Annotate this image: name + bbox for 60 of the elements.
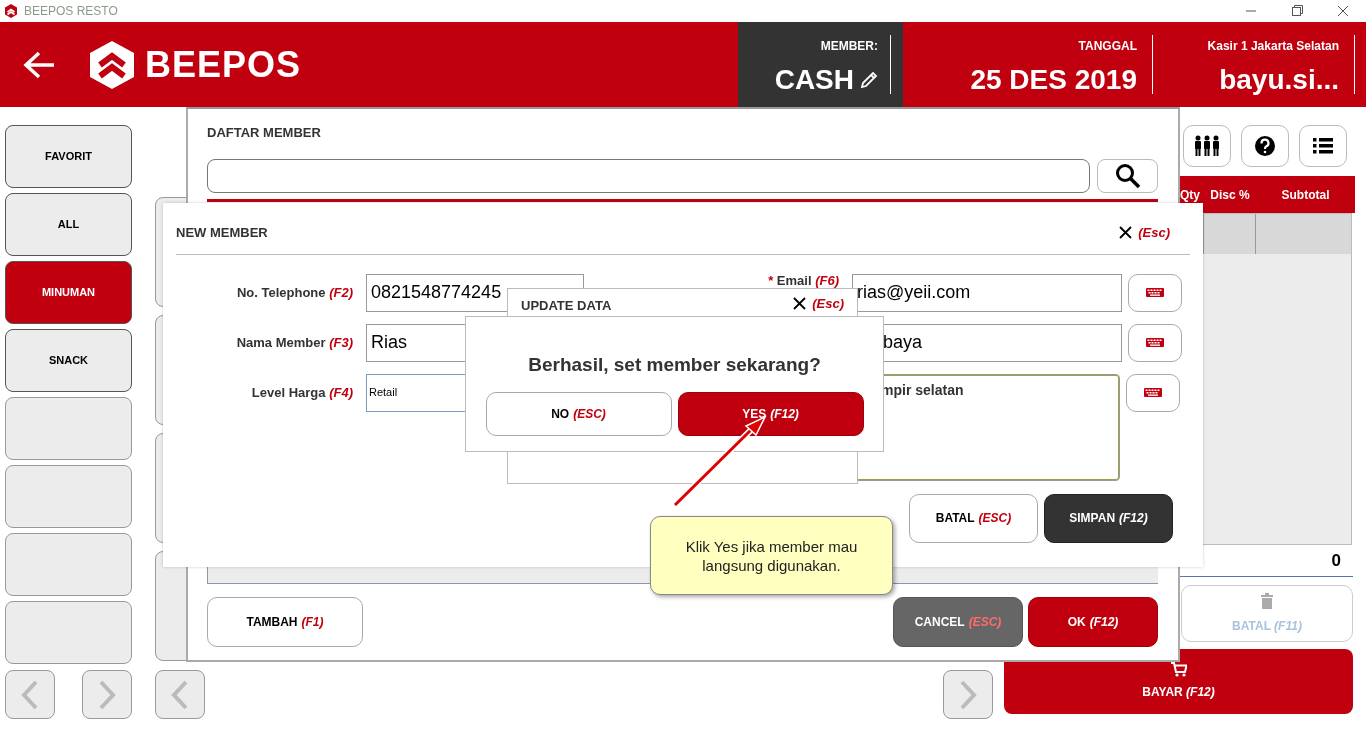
close-icon[interactable] <box>793 297 807 311</box>
dialog-title: NEW MEMBER <box>176 224 268 242</box>
window-title: BEEPOS RESTO <box>24 3 118 20</box>
close-icon[interactable] <box>1119 226 1133 240</box>
chevron-right-icon <box>98 679 116 710</box>
help-icon <box>1254 135 1276 157</box>
pencil-icon[interactable] <box>860 71 878 89</box>
search-field[interactable] <box>207 158 1090 193</box>
menu-button[interactable] <box>1299 125 1347 167</box>
list-icon <box>1313 137 1333 155</box>
shortcut-label: (Esc) <box>1138 224 1170 242</box>
keyboard-button[interactable] <box>1126 373 1180 412</box>
search-button[interactable] <box>1097 158 1158 193</box>
field-label: * Email (F6) <box>768 273 840 287</box>
keyboard-button[interactable] <box>1128 273 1182 312</box>
back-arrow-icon[interactable] <box>23 49 56 80</box>
chevron-left-icon <box>21 679 39 710</box>
member-value: CASH <box>774 66 854 94</box>
action-button[interactable]: NO (ESC) <box>485 391 672 436</box>
field-label: Nama Member (F3) <box>235 333 354 352</box>
column-header: Qty <box>1179 186 1201 204</box>
action-button[interactable]: YES (F12) <box>677 391 864 436</box>
column-header: Disc % <box>1209 186 1251 204</box>
logo-text: BEEPOS <box>145 42 302 87</box>
people-button[interactable] <box>1183 125 1231 167</box>
field-label: Level Harga (F4) <box>250 383 354 402</box>
action-button[interactable]: OK (F12) <box>1028 597 1158 647</box>
callout-note: Klik Yes jika member mau langsung digunakan. <box>650 516 893 595</box>
action-button[interactable]: SIMPAN (F12) <box>1044 493 1173 543</box>
date-label: TANGGAL <box>1078 38 1137 55</box>
category-button[interactable]: MINUMAN <box>5 261 132 324</box>
category-button[interactable]: SNACK <box>5 329 132 392</box>
help-button[interactable] <box>1241 125 1289 167</box>
app-logo-icon <box>4 4 18 18</box>
column-header: Subtotal <box>1280 186 1331 204</box>
action-button[interactable]: CANCEL (ESC) <box>893 597 1023 647</box>
keyboard-icon <box>1144 388 1162 397</box>
member-label: MEMBER: <box>820 38 878 55</box>
people-icon <box>1194 135 1220 157</box>
confirm-message: Berhasil, set member sekarang? <box>528 353 821 377</box>
logo-icon <box>89 40 135 89</box>
field-label: No. Telephone (F2) <box>235 283 354 302</box>
action-button[interactable]: BATAL (ESC) <box>909 493 1038 543</box>
text-field[interactable]: rias@yeii.com <box>852 273 1122 312</box>
shortcut-label: (Esc) <box>812 295 844 313</box>
keyboard-button[interactable] <box>1128 323 1182 362</box>
chevron-left-icon <box>171 679 189 710</box>
date-value: 25 DES 2019 <box>970 66 1137 94</box>
chevron-right-icon <box>959 679 977 710</box>
search-icon <box>1114 162 1141 189</box>
keyboard-icon <box>1146 338 1164 347</box>
action-button[interactable]: TAMBAH (F1) <box>207 597 363 647</box>
keyboard-icon <box>1146 288 1164 297</box>
cashier-name: bayu.si... <box>1219 66 1339 94</box>
category-button[interactable]: ALL <box>5 193 132 256</box>
total-amount: 0 <box>1331 549 1341 572</box>
dialog-title: DAFTAR MEMBER <box>207 124 322 142</box>
category-button[interactable]: FAVORIT <box>5 125 132 188</box>
cashier-label: Kasir 1 Jakarta Selatan <box>1207 38 1339 55</box>
trash-icon <box>1261 592 1273 609</box>
